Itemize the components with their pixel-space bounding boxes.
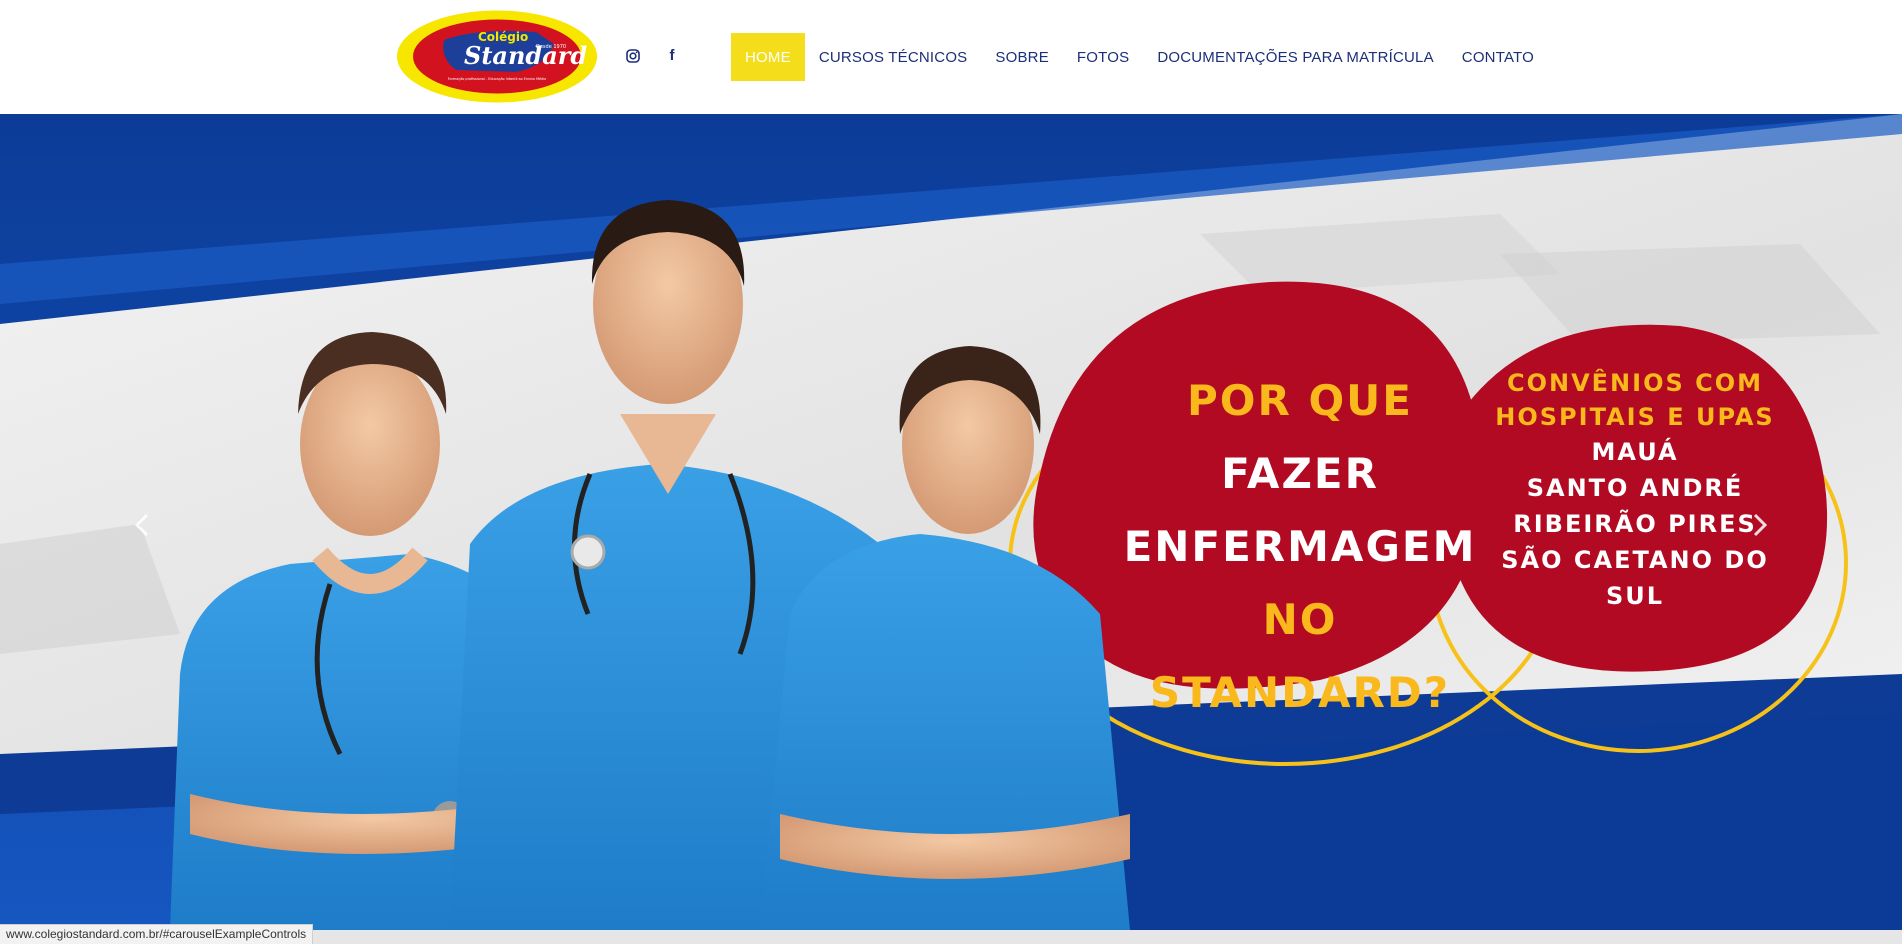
- nav-item-sobre[interactable]: SOBRE: [981, 33, 1063, 81]
- chevron-left-icon: [134, 513, 149, 537]
- nav-item-fotos[interactable]: FOTOS: [1063, 33, 1143, 81]
- city-sao-caetano: SÃO CAETANO DO SUL: [1501, 546, 1769, 610]
- nav-item-contato[interactable]: CONTATO: [1448, 33, 1548, 81]
- browser-status-bar: www.colegiostandard.com.br/#carouselExam…: [0, 924, 314, 944]
- logo-brand-word: Standard: [464, 41, 587, 70]
- logo-badge-text: Desde 1970: [536, 44, 566, 50]
- hero-headline: POR QUE FAZER ENFERMAGEM NO STANDARD?: [1120, 364, 1480, 729]
- instagram-icon[interactable]: [625, 48, 641, 64]
- partners-title-line2: HOSPITAIS E UPAS: [1495, 403, 1775, 431]
- headline-question: POR QUE: [1187, 376, 1413, 425]
- main-navigation: HOME CURSOS TÉCNICOS SOBRE FOTOS DOCUMEN…: [731, 33, 1548, 81]
- colegio-standard-logo[interactable]: Colégio Standard Desde 1970 Formação pro…: [396, 10, 598, 103]
- facebook-icon[interactable]: f: [664, 48, 680, 64]
- site-header: Colégio Standard Desde 1970 Formação pro…: [0, 0, 1902, 114]
- chevron-right-icon: [1753, 513, 1768, 537]
- headline-course: ENFERMAGEM: [1123, 522, 1477, 571]
- hero-carousel: POR QUE FAZER ENFERMAGEM NO STANDARD? CO…: [0, 114, 1902, 930]
- nav-item-cursos-tecnicos[interactable]: CURSOS TÉCNICOS: [805, 33, 982, 81]
- partners-bubble: CONVÊNIOS COM HOSPITAIS E UPAS MAUÁ SANT…: [1480, 366, 1790, 614]
- headline-school: NO STANDARD?: [1149, 595, 1451, 717]
- city-maua: MAUÁ: [1591, 438, 1679, 466]
- logo-small-print: Formação profissional - Educação Infanti…: [448, 77, 547, 81]
- nav-item-home[interactable]: HOME: [731, 33, 805, 81]
- headline-verb: FAZER: [1221, 449, 1379, 498]
- nav-item-documentacoes[interactable]: DOCUMENTAÇÕES PARA MATRÍCULA: [1143, 33, 1447, 81]
- carousel-next-button[interactable]: [1740, 500, 1780, 550]
- carousel-prev-button[interactable]: [122, 500, 162, 550]
- partners-title-line1: CONVÊNIOS COM: [1506, 369, 1764, 397]
